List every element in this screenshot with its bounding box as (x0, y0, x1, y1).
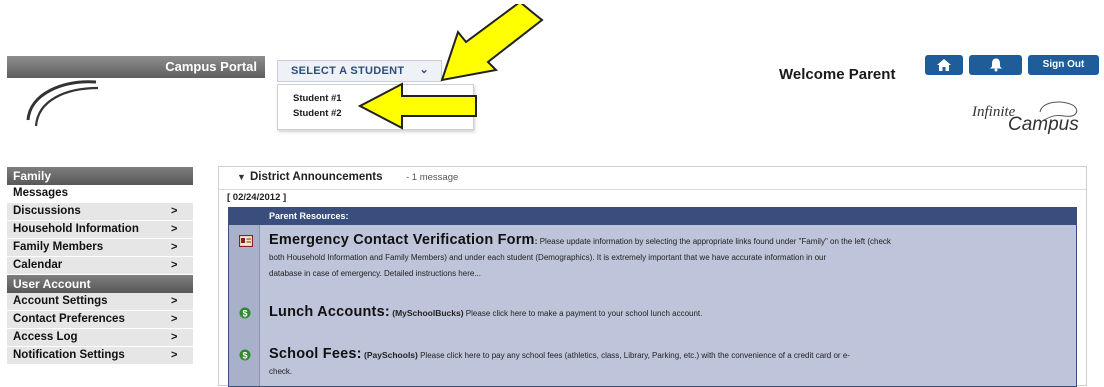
chevron-right-icon: > (171, 259, 178, 271)
sign-out-button[interactable]: Sign Out (1028, 55, 1099, 75)
entry-text: Please click here to pay any school fees… (417, 351, 850, 360)
portal-title-bar: Campus Portal (7, 56, 265, 78)
sidebar-item-label: Calendar (13, 259, 63, 271)
sidebar-item-label: Messages (13, 187, 68, 199)
sidebar-item-label: Discussions (13, 205, 81, 217)
entry-text: both Household Information and Family Me… (269, 253, 827, 262)
sidebar-item-discussions[interactable]: Discussions > (7, 203, 193, 221)
sidebar-item-label: Household Information (13, 223, 139, 235)
dollar-icon: $ (239, 349, 251, 361)
entry-tag: (MySchoolBucks) (389, 308, 464, 318)
announcements-panel: ▼ District Announcements - 1 message [ 0… (218, 166, 1087, 387)
notifications-button[interactable] (969, 55, 1022, 75)
entry-title[interactable]: Lunch Accounts: (269, 304, 390, 320)
sidebar-item-account-settings[interactable]: Account Settings > (7, 293, 193, 311)
entry-text: Please click here to make a payment to y… (463, 309, 703, 318)
announcement-body: Parent Resources: Emergency Contact Veri… (228, 207, 1077, 387)
sidebar-item-label: Family Members (13, 241, 104, 253)
chevron-down-icon: ⌄ (419, 64, 429, 76)
student-option-2[interactable]: Student #2 (293, 108, 342, 119)
entry-title[interactable]: Emergency Contact Verification Form (269, 232, 535, 248)
home-button[interactable] (925, 55, 963, 75)
sidebar-section-user-account: User Account (7, 275, 193, 293)
announcement-date: [ 02/24/2012 ] (227, 192, 287, 203)
sidebar-section-family: Family (7, 167, 193, 185)
chevron-right-icon: > (171, 349, 178, 361)
sidebar-item-family-members[interactable]: Family Members > (7, 239, 193, 257)
sidebar-nav: Family Messages Discussions > Household … (7, 167, 193, 365)
annotation-arrow-icon (358, 82, 477, 130)
sidebar-item-label: Access Log (13, 331, 78, 343)
chevron-right-icon: > (171, 331, 178, 343)
sidebar-item-household-information[interactable]: Household Information > (7, 221, 193, 239)
chevron-right-icon: > (171, 223, 178, 235)
student-option-1[interactable]: Student #1 (293, 93, 342, 104)
collapse-triangle-icon[interactable]: ▼ (237, 172, 246, 182)
sidebar-item-contact-preferences[interactable]: Contact Preferences > (7, 311, 193, 329)
chevron-right-icon: > (171, 241, 178, 253)
sidebar-item-label: Account Settings (13, 295, 108, 307)
chevron-right-icon: > (171, 313, 178, 325)
annotation-arrow-icon (440, 4, 544, 82)
announcement-entry[interactable]: School Fees: (PaySchools) Please click h… (269, 346, 1062, 380)
announcements-count: - 1 message (406, 172, 459, 183)
select-student-label: SELECT A STUDENT (291, 65, 405, 77)
bell-icon (989, 58, 1002, 72)
svg-text:$: $ (242, 351, 247, 361)
contact-card-icon (239, 235, 253, 247)
section-header: Parent Resources: (229, 208, 1076, 225)
announcements-title: District Announcements (250, 171, 383, 183)
entry-text: check. (269, 367, 293, 376)
entry-tag: (PaySchools) (361, 350, 418, 360)
announcement-entry[interactable]: Lunch Accounts: (MySchoolBucks) Please c… (269, 304, 1062, 322)
chevron-right-icon: > (171, 295, 178, 307)
home-icon (937, 59, 951, 71)
entry-text: Please update information by selecting t… (537, 237, 891, 246)
sidebar-item-label: Contact Preferences (13, 313, 125, 325)
announcement-entry[interactable]: Emergency Contact Verification Form: Ple… (269, 232, 1062, 282)
select-student-dropdown[interactable]: SELECT A STUDENT ⌄ (277, 60, 442, 82)
portal-title: Campus Portal (165, 59, 257, 74)
sidebar-item-notification-settings[interactable]: Notification Settings > (7, 347, 193, 365)
entry-text[interactable]: database in case of emergency. Detailed … (269, 269, 481, 278)
sidebar-item-label: Notification Settings (13, 349, 125, 361)
entry-title[interactable]: School Fees: (269, 346, 362, 362)
infinite-campus-logo-icon: Infinite Campus (971, 101, 1079, 134)
sidebar-item-messages[interactable]: Messages (7, 185, 193, 203)
svg-text:$: $ (242, 309, 247, 319)
section-title: Parent Resources: (269, 211, 349, 221)
announcements-header[interactable]: ▼ District Announcements - 1 message (219, 167, 1086, 190)
sidebar-item-access-log[interactable]: Access Log > (7, 329, 193, 347)
welcome-text: Welcome Parent (779, 66, 896, 83)
dollar-icon: $ (239, 307, 251, 319)
campus-logo-icon (26, 80, 99, 127)
sidebar-item-calendar[interactable]: Calendar > (7, 257, 193, 275)
chevron-right-icon: > (171, 205, 178, 217)
brand-bottom-text: Campus (1008, 114, 1079, 134)
